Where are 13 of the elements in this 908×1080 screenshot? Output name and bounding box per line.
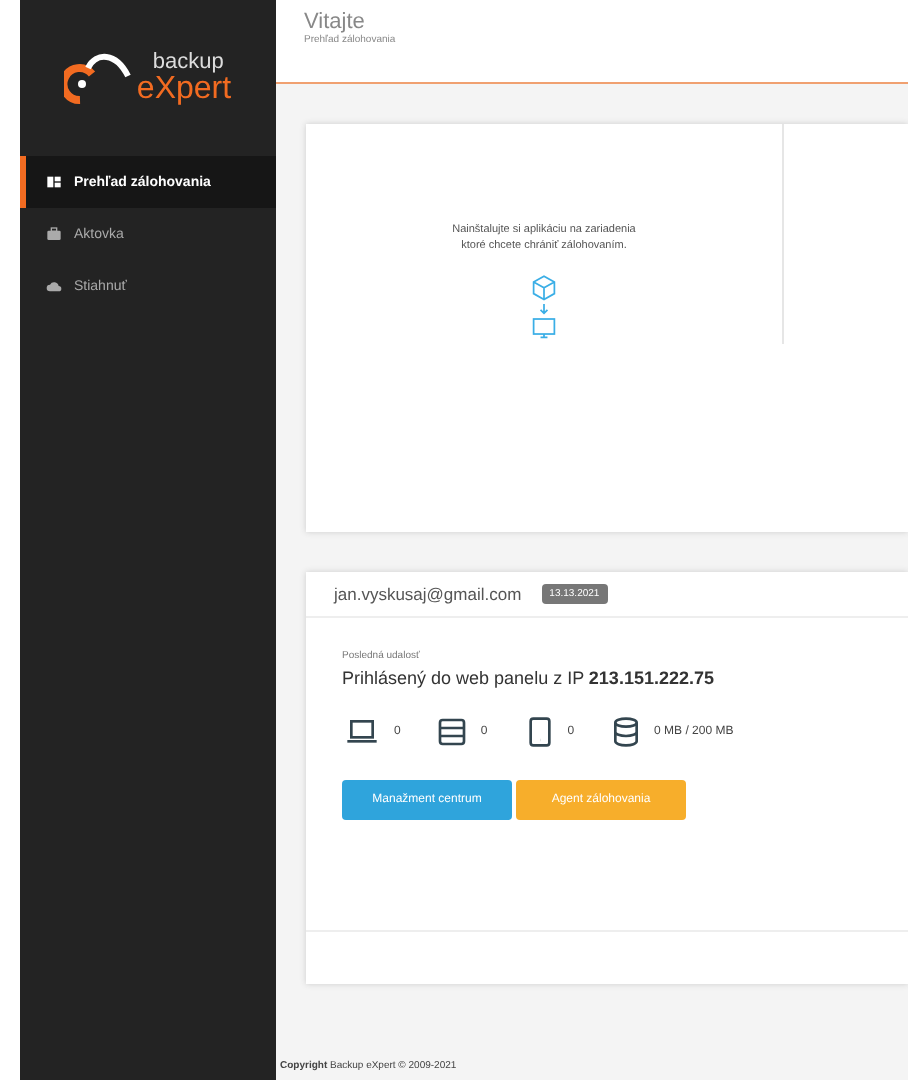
tablet-icon (523, 716, 556, 748)
logo-text: eXpert (136, 73, 232, 105)
cloud-icon (46, 278, 62, 294)
database-icon (610, 716, 643, 748)
briefcase-icon (46, 226, 62, 242)
email-text: jan.vyskusaj@gmail.com (334, 584, 522, 604)
server-icon (436, 716, 469, 748)
laptop-icon (342, 716, 382, 748)
cloud-logo-icon (64, 48, 133, 108)
dashboard-icon (46, 174, 62, 190)
page-title: Vitajte (304, 10, 367, 34)
event-text: Prihlásený do web panelu z IP 213.151.222.75 (342, 668, 716, 688)
logo-text: backup (152, 51, 224, 73)
